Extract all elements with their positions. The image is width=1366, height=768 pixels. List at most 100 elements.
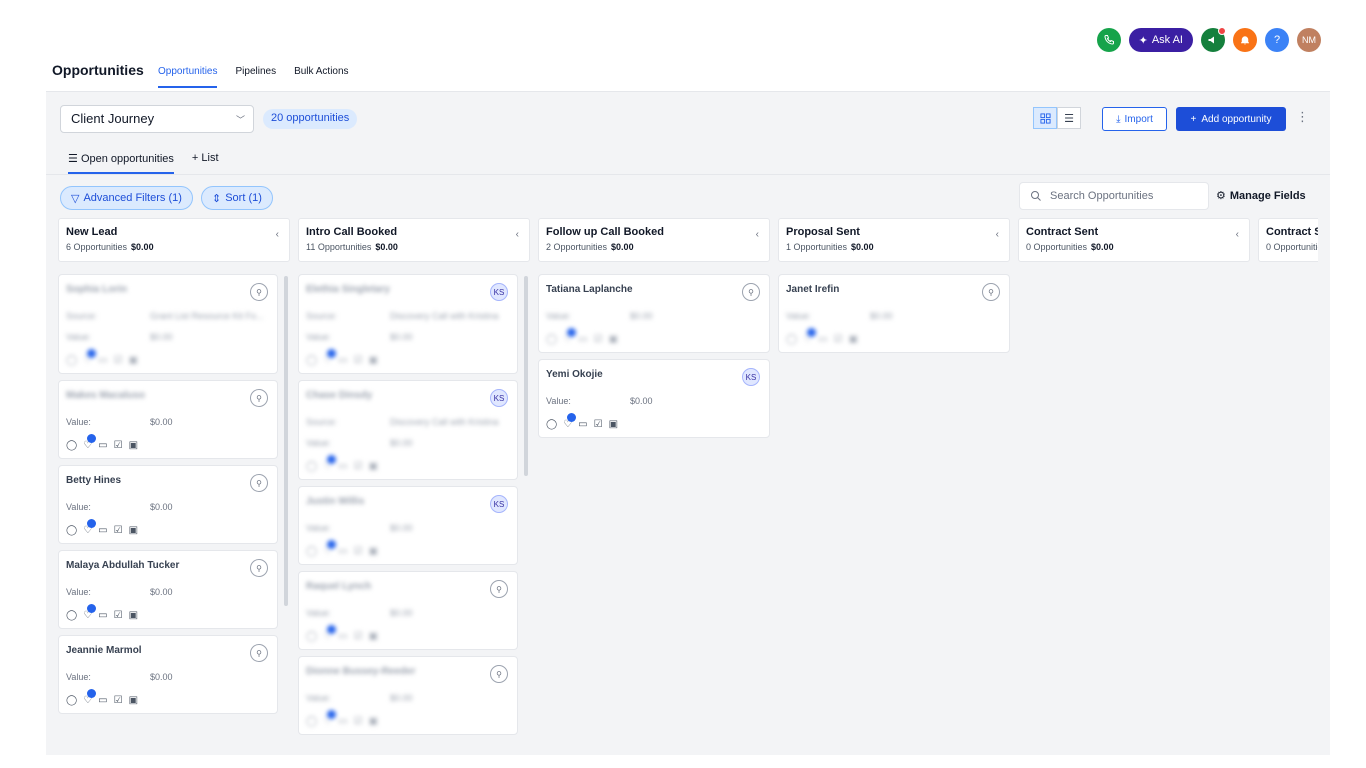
note-icon[interactable]: ▭ — [578, 419, 587, 430]
chat-icon[interactable]: ◯ — [546, 334, 557, 345]
calendar-icon[interactable]: ▣ — [609, 334, 618, 345]
import-button[interactable]: ⤓ Import — [1102, 107, 1167, 131]
contact-name[interactable]: Elethia Singletary — [306, 284, 510, 300]
assign-user-icon[interactable]: ⚲ — [250, 559, 268, 577]
task-icon[interactable]: ☑ — [114, 440, 123, 451]
assign-user-icon[interactable]: ⚲ — [742, 283, 760, 301]
contact-name[interactable]: Justin Willis — [306, 496, 510, 512]
tab-bulk-actions[interactable]: Bulk Actions — [294, 66, 348, 88]
assign-user-icon[interactable]: ⚲ — [250, 474, 268, 492]
chat-icon[interactable]: ◯ — [66, 440, 77, 451]
chat-icon[interactable]: ◯ — [66, 695, 77, 706]
note-icon[interactable]: ▭ — [338, 546, 347, 557]
list-view-icon[interactable]: ☰ — [1057, 107, 1081, 129]
chat-icon[interactable]: ◯ — [546, 419, 557, 430]
tag-icon[interactable]: ♡ — [563, 327, 577, 345]
task-icon[interactable]: ☑ — [354, 546, 363, 557]
chat-icon[interactable]: ◯ — [306, 631, 317, 642]
note-icon[interactable]: ▭ — [338, 461, 347, 472]
tag-icon[interactable]: ♡ — [323, 624, 337, 642]
collapse-column-icon[interactable]: ‹ — [516, 229, 519, 240]
chat-icon[interactable]: ◯ — [306, 461, 317, 472]
tag-icon[interactable]: ♡ — [323, 454, 337, 472]
note-icon[interactable]: ▭ — [98, 695, 107, 706]
column-scrollbar[interactable] — [524, 276, 528, 476]
tag-icon[interactable]: ♡ — [83, 348, 97, 366]
note-icon[interactable]: ▭ — [818, 334, 827, 345]
opportunity-card[interactable]: Yemi Okojie Value: $0.00 ◯ ♡ ▭ ☑ ▣ KS — [538, 359, 770, 438]
collapse-column-icon[interactable]: ‹ — [276, 229, 279, 240]
note-icon[interactable]: ▭ — [98, 355, 107, 366]
calendar-icon[interactable]: ▣ — [369, 716, 378, 727]
tag-icon[interactable]: ♡ — [83, 518, 97, 536]
contact-name[interactable]: Betty Hines — [66, 475, 270, 491]
task-icon[interactable]: ☑ — [354, 461, 363, 472]
assign-user-icon[interactable]: ⚲ — [250, 283, 268, 301]
tag-icon[interactable]: ♡ — [323, 539, 337, 557]
task-icon[interactable]: ☑ — [354, 355, 363, 366]
calendar-icon[interactable]: ▣ — [129, 695, 138, 706]
calendar-icon[interactable]: ▣ — [129, 610, 138, 621]
calendar-icon[interactable]: ▣ — [369, 546, 378, 557]
chat-icon[interactable]: ◯ — [306, 716, 317, 727]
owner-avatar[interactable]: KS — [490, 389, 508, 407]
subtab-open-opportunities[interactable]: ☰ Open opportunities — [68, 152, 174, 174]
calendar-icon[interactable]: ▣ — [369, 461, 378, 472]
contact-name[interactable]: Dionne Bussey-Reeder — [306, 666, 510, 682]
task-icon[interactable]: ☑ — [114, 610, 123, 621]
opportunity-card[interactable]: Malaya Abdullah Tucker Value: $0.00 ◯ ♡ ▭ ☑ ▣ ⚲ — [58, 550, 278, 629]
calendar-icon[interactable]: ▣ — [369, 631, 378, 642]
assign-user-icon[interactable]: ⚲ — [982, 283, 1000, 301]
note-icon[interactable]: ▭ — [338, 716, 347, 727]
chat-icon[interactable]: ◯ — [306, 355, 317, 366]
note-icon[interactable]: ▭ — [98, 440, 107, 451]
calendar-icon[interactable]: ▣ — [369, 355, 378, 366]
collapse-column-icon[interactable]: ‹ — [1236, 229, 1239, 240]
contact-name[interactable]: Jeannie Marmol — [66, 645, 270, 661]
opportunity-card[interactable]: Sophia Lorin Source: Grant List Resource K… — [58, 274, 278, 374]
chat-icon[interactable]: ◯ — [66, 355, 77, 366]
bell-icon[interactable] — [1233, 28, 1257, 52]
owner-avatar[interactable]: KS — [490, 495, 508, 513]
task-icon[interactable]: ☑ — [354, 631, 363, 642]
contact-name[interactable]: Yemi Okojie — [546, 369, 762, 385]
tag-icon[interactable]: ♡ — [83, 603, 97, 621]
tag-icon[interactable]: ♡ — [83, 688, 97, 706]
phone-icon[interactable] — [1096, 28, 1121, 52]
opportunity-card[interactable]: Elethia Singletary Source: Discovery Call … — [298, 274, 518, 374]
chat-icon[interactable]: ◯ — [306, 546, 317, 557]
chat-icon[interactable]: ◯ — [786, 334, 797, 345]
subtab-list[interactable]: + List — [192, 152, 219, 174]
tab-opportunities[interactable]: Opportunities — [158, 66, 218, 88]
search-input[interactable]: Search Opportunities — [1019, 182, 1209, 210]
opportunity-card[interactable]: Chase Dinsdy Source: Discovery Call with K… — [298, 380, 518, 480]
opportunity-card[interactable]: Janet Irefin Value: $0.00 ◯ ♡ ▭ ☑ ▣ ⚲ — [778, 274, 1010, 353]
avatar[interactable]: NM — [1297, 28, 1321, 52]
task-icon[interactable]: ☑ — [114, 695, 123, 706]
collapse-column-icon[interactable]: ‹ — [756, 229, 759, 240]
task-icon[interactable]: ☑ — [834, 334, 843, 345]
opportunity-card[interactable]: Dionne Bussey-Reeder Value: $0.00 ◯ ♡ ▭ ☑ ▣ ⚲ — [298, 656, 518, 735]
tab-pipelines[interactable]: Pipelines — [235, 66, 276, 88]
chat-icon[interactable]: ◯ — [66, 610, 77, 621]
megaphone-icon[interactable] — [1201, 27, 1226, 52]
column-scrollbar[interactable] — [284, 276, 288, 606]
tag-icon[interactable]: ♡ — [323, 348, 337, 366]
opportunity-card[interactable]: Justin Willis Value: $0.00 ◯ ♡ ▭ ☑ ▣ KS — [298, 486, 518, 565]
manage-fields-button[interactable]: ⚙ Manage Fields — [1216, 189, 1306, 203]
ask-ai-button[interactable]: ✦ Ask AI — [1128, 28, 1193, 52]
note-icon[interactable]: ▭ — [98, 525, 107, 536]
task-icon[interactable]: ☑ — [594, 419, 603, 430]
calendar-icon[interactable]: ▣ — [609, 419, 618, 430]
sort-button[interactable]: ⇕ Sort (1) — [201, 186, 273, 210]
task-icon[interactable]: ☑ — [114, 355, 123, 366]
tag-icon[interactable]: ♡ — [83, 433, 97, 451]
add-opportunity-button[interactable]: + Add opportunity — [1176, 107, 1286, 131]
contact-name[interactable]: Malaya Abdullah Tucker — [66, 560, 270, 576]
help-icon[interactable]: ? — [1265, 28, 1289, 52]
calendar-icon[interactable]: ▣ — [129, 440, 138, 451]
owner-avatar[interactable]: KS — [742, 368, 760, 386]
opportunity-card[interactable]: Raquel Lynch Value: $0.00 ◯ ♡ ▭ ☑ ▣ ⚲ — [298, 571, 518, 650]
contact-name[interactable]: Tatiana Laplanche — [546, 284, 762, 300]
note-icon[interactable]: ▭ — [578, 334, 587, 345]
